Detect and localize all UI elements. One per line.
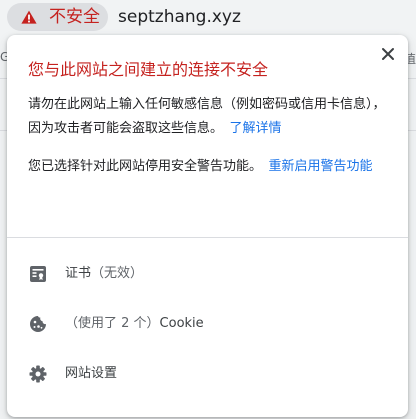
- certificate-row[interactable]: 证书（无效）: [7, 249, 408, 299]
- learn-more-link[interactable]: 了解详情: [230, 121, 282, 136]
- cookies-count: （使用了 2 个）: [65, 316, 160, 331]
- certificate-status: （无效）: [91, 266, 144, 281]
- security-chip[interactable]: 不安全: [7, 3, 108, 31]
- reenable-warnings-link[interactable]: 重新启用警告功能: [269, 159, 373, 174]
- gear-icon: [29, 365, 47, 383]
- site-settings-row[interactable]: 网站设置: [7, 349, 408, 399]
- url-text[interactable]: septzhang.xyz: [118, 7, 241, 27]
- cookie-icon: [30, 316, 46, 332]
- warning-triangle-icon: [21, 10, 37, 24]
- certificate-icon: [30, 266, 46, 282]
- popup-title: 您与此网站之间建立的连接不安全: [28, 60, 269, 79]
- omnibox: 不安全 septzhang.xyz: [0, 0, 416, 36]
- cookies-text: Cookie: [159, 316, 204, 331]
- site-settings-label: 网站设置: [65, 366, 118, 381]
- warnings-disabled-notice: 您已选择针对此网站停用安全警告功能。 重新启用警告功能: [28, 155, 393, 179]
- page-info-popup: 您与此网站之间建立的连接不安全 请勿在此网站上输入任何敏感信息（例如密码或信用卡…: [7, 35, 408, 417]
- notice-text: 您已选择针对此网站停用安全警告功能。: [28, 159, 263, 174]
- warning-text: 请勿在此网站上输入任何敏感信息（例如密码或信用卡信息），因为攻击者可能会盗取这些…: [28, 97, 386, 136]
- close-icon[interactable]: [378, 44, 398, 64]
- cookies-label: （使用了 2 个）Cookie: [65, 314, 204, 334]
- cookies-row[interactable]: （使用了 2 个）Cookie: [7, 299, 408, 349]
- certificate-text: 证书: [65, 266, 92, 281]
- popup-divider: [7, 237, 408, 238]
- sensitive-info-warning: 请勿在此网站上输入任何敏感信息（例如密码或信用卡信息），因为攻击者可能会盗取这些…: [28, 93, 393, 141]
- certificate-label: 证书（无效）: [65, 264, 143, 284]
- security-state-label: 不安全: [49, 7, 100, 27]
